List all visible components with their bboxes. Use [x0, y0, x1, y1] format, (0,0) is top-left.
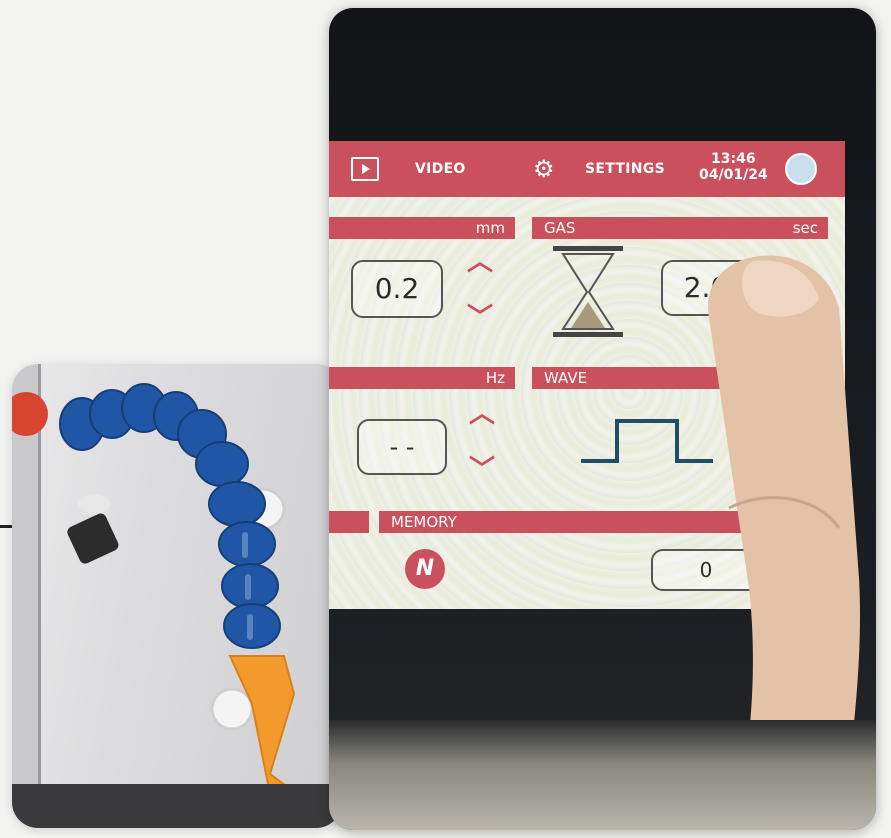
- clock-date: 04/01/24: [699, 167, 768, 183]
- mode-badge[interactable]: N: [405, 549, 445, 589]
- wave-label: WAVE: [544, 369, 588, 387]
- video-label[interactable]: VIDEO: [415, 161, 466, 177]
- wave-unit: N: [806, 369, 818, 387]
- frequency-down-arrow[interactable]: ﹀: [469, 457, 495, 483]
- device-screen-photo: VIDEO ⚙ SETTINGS 13:46 04/01/24 mm GAS s…: [329, 8, 876, 830]
- frequency-up-arrow[interactable]: ︿: [469, 401, 495, 427]
- orange-nozzle: [228, 655, 300, 806]
- memory-label: MEMORY: [391, 513, 457, 531]
- gas-header: GAS sec: [532, 217, 828, 239]
- thickness-value: 0.2: [374, 272, 420, 305]
- clock: 13:46 04/01/24: [699, 151, 768, 183]
- settings-label[interactable]: SETTINGS: [585, 161, 665, 177]
- frequency-value: - -: [389, 433, 415, 461]
- hourglass-icon: [553, 246, 623, 337]
- thickness-header: mm: [329, 217, 515, 239]
- square-wave-icon: [581, 419, 713, 463]
- memory-value-box[interactable]: 0: [651, 549, 761, 591]
- clock-time: 13:46: [711, 151, 756, 167]
- left-small-header: [329, 511, 369, 533]
- coolant-hose-photo: [12, 364, 342, 828]
- memory-header: MEMORY: [379, 511, 839, 533]
- video-icon[interactable]: [351, 157, 379, 181]
- frequency-value-box[interactable]: - -: [357, 419, 447, 475]
- top-bar: VIDEO ⚙ SETTINGS 13:46 04/01/24: [329, 141, 845, 197]
- wave-down-arrow[interactable]: ﹀: [761, 457, 787, 483]
- wave-header: WAVE N: [532, 367, 828, 389]
- device-bezel-bottom: [329, 720, 876, 830]
- thickness-up-arrow[interactable]: ︿: [467, 249, 493, 275]
- thickness-unit: mm: [475, 219, 505, 237]
- memory-value: 0: [699, 558, 713, 582]
- frequency-header: Hz: [329, 367, 515, 389]
- gas-label: GAS: [544, 219, 576, 237]
- hose-illustration: [12, 364, 342, 828]
- gas-value-box[interactable]: 2.0: [661, 260, 751, 316]
- thickness-value-box[interactable]: 0.2: [351, 260, 443, 318]
- thickness-down-arrow[interactable]: ﹀: [467, 305, 493, 331]
- mounting-nut: [67, 494, 119, 564]
- touchscreen: VIDEO ⚙ SETTINGS 13:46 04/01/24 mm GAS s…: [329, 141, 845, 609]
- gas-unit: sec: [792, 219, 818, 237]
- gas-value: 2.0: [683, 271, 729, 304]
- status-indicator[interactable]: [785, 153, 817, 185]
- frequency-unit: Hz: [485, 369, 505, 387]
- gear-icon[interactable]: ⚙: [533, 157, 555, 181]
